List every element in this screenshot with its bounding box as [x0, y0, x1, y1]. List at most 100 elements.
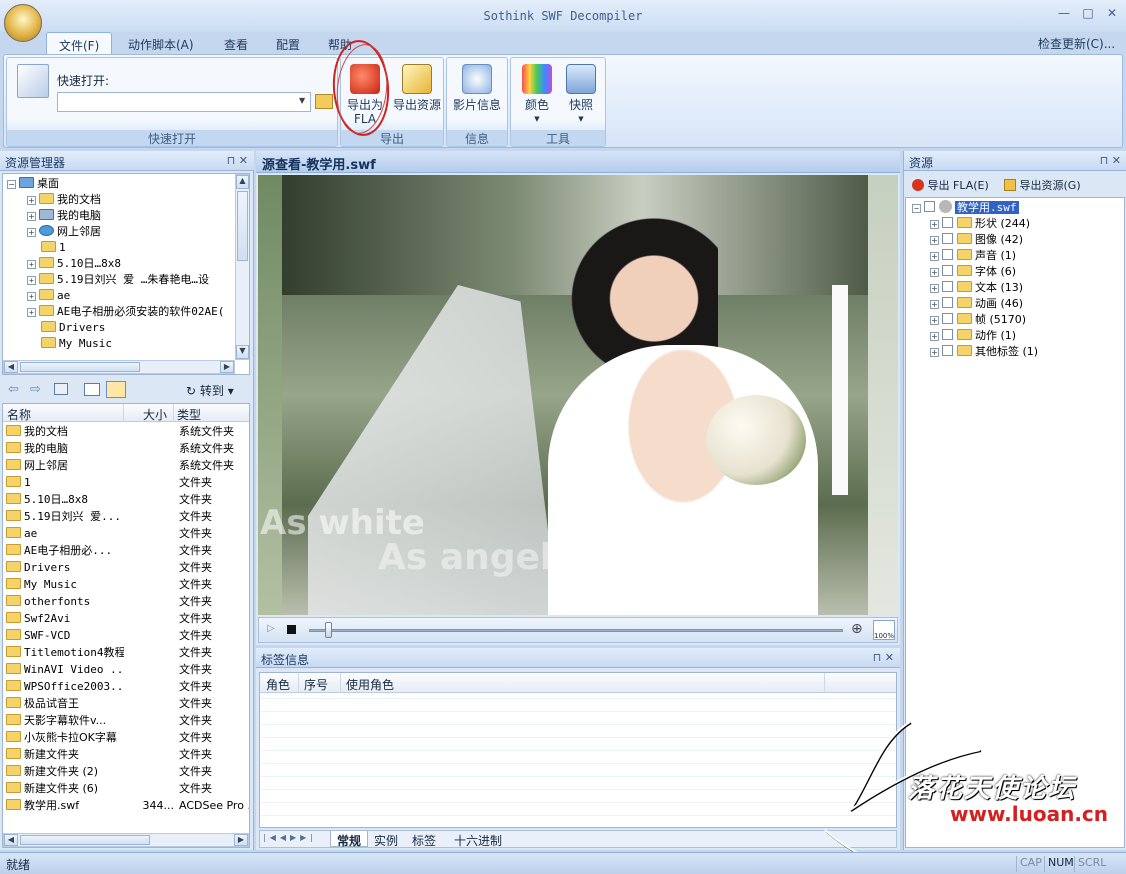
res-export-fla-button[interactable]: 导出 FLA(E): [912, 177, 989, 193]
panel-pin-close-icon[interactable]: ⊓ ✕: [1100, 154, 1121, 167]
tree-item[interactable]: + AE电子相册必须安装的软件02AE(: [27, 304, 224, 320]
file-row[interactable]: SWF-VCD 文件夹: [3, 627, 249, 644]
expand-icon[interactable]: +: [930, 268, 939, 277]
tab-view[interactable]: 查看: [212, 32, 260, 54]
open-folder-icon[interactable]: [315, 94, 333, 109]
timeline-track[interactable]: [309, 629, 843, 632]
column-index[interactable]: 序号: [304, 676, 328, 693]
export-resources-button[interactable]: 导出资源: [391, 60, 443, 130]
resource-item[interactable]: + 图像 (42): [930, 232, 1023, 248]
checkbox[interactable]: [942, 313, 953, 324]
scroll-right-icon[interactable]: ▶: [220, 361, 234, 373]
resource-item[interactable]: + 字体 (6): [930, 264, 1016, 280]
snapshot-button[interactable]: 快照 ▼: [559, 60, 603, 130]
chevron-down-icon[interactable]: ▼: [299, 96, 305, 105]
expand-icon[interactable]: +: [930, 316, 939, 325]
column-size[interactable]: 大小: [143, 406, 167, 423]
collapse-icon[interactable]: −: [912, 204, 921, 213]
tree-item[interactable]: + 我的电脑: [27, 208, 101, 224]
expand-icon[interactable]: +: [27, 292, 36, 301]
expand-icon[interactable]: +: [930, 348, 939, 357]
tab-nav-arrows-icon[interactable]: |◀◀▶▶|: [263, 833, 317, 842]
file-row[interactable]: Titlemotion4教程 文件夹: [3, 644, 249, 661]
checkbox[interactable]: [924, 201, 935, 212]
scroll-thumb[interactable]: [237, 191, 248, 261]
movie-info-button[interactable]: 影片信息: [449, 60, 505, 130]
tab-actionscript[interactable]: 动作脚本(A): [116, 32, 206, 54]
tab-file[interactable]: 文件(F): [46, 32, 113, 54]
file-row[interactable]: 我的文档 系统文件夹: [3, 423, 249, 440]
expand-icon[interactable]: +: [27, 228, 36, 237]
file-row[interactable]: 我的电脑 系统文件夹: [3, 440, 249, 457]
panel-pin-close-icon[interactable]: ⊓ ✕: [873, 651, 894, 664]
file-row[interactable]: otherfonts 文件夹: [3, 593, 249, 610]
zoom-icon[interactable]: ⊕: [851, 621, 863, 637]
resource-item[interactable]: + 帧 (5170): [930, 312, 1026, 328]
tree-item[interactable]: My Music: [41, 336, 112, 352]
list-view-icon[interactable]: [84, 383, 100, 396]
forward-arrow-icon[interactable]: ⇨: [30, 382, 41, 397]
tree-root[interactable]: − 教学用.swf: [912, 200, 1019, 216]
checkbox[interactable]: [942, 281, 953, 292]
file-row[interactable]: 小灰熊卡拉OK字幕 文件夹: [3, 729, 249, 746]
goto-button[interactable]: ↻ 转到 ▾: [186, 382, 234, 399]
file-row[interactable]: Swf2Avi 文件夹: [3, 610, 249, 627]
scroll-thumb[interactable]: [20, 362, 140, 372]
tab-hex[interactable]: 十六进制: [454, 832, 502, 849]
checkbox[interactable]: [942, 345, 953, 356]
expand-icon[interactable]: +: [27, 276, 36, 285]
play-icon[interactable]: ▷: [267, 623, 275, 634]
checkbox[interactable]: [942, 297, 953, 308]
tree-item[interactable]: Drivers: [41, 320, 105, 336]
tab-instance[interactable]: 实例: [374, 832, 398, 849]
tree-item[interactable]: +5.10日…8x8: [27, 256, 121, 272]
resource-item[interactable]: + 其他标签 (1): [930, 344, 1038, 360]
tree-item[interactable]: − 桌面: [7, 176, 59, 192]
tree-item[interactable]: 1: [41, 240, 66, 256]
checkbox[interactable]: [942, 249, 953, 260]
tree-item[interactable]: + 网上邻居: [27, 224, 101, 240]
file-row[interactable]: WinAVI Video ... 文件夹: [3, 661, 249, 678]
file-row[interactable]: 极品试音王 文件夹: [3, 695, 249, 712]
expand-icon[interactable]: +: [930, 300, 939, 309]
up-folder-icon[interactable]: [54, 383, 68, 395]
file-row[interactable]: WPSOffice2003... 文件夹: [3, 678, 249, 695]
file-row[interactable]: AE电子相册必... 文件夹: [3, 542, 249, 559]
expand-icon[interactable]: +: [27, 212, 36, 221]
scroll-left-icon[interactable]: ◀: [4, 834, 18, 846]
tree-vscrollbar[interactable]: ▲ ▼: [235, 174, 249, 360]
color-button[interactable]: 颜色 ▼: [515, 60, 559, 130]
column-name[interactable]: 名称: [7, 406, 31, 423]
tree-hscrollbar[interactable]: ◀ ▶: [3, 360, 235, 374]
res-export-resources-button[interactable]: 导出资源(G): [1004, 177, 1081, 193]
file-row[interactable]: Drivers 文件夹: [3, 559, 249, 576]
resource-item[interactable]: + 文本 (13): [930, 280, 1023, 296]
file-row[interactable]: 5.10日…8x8 文件夹: [3, 491, 249, 508]
tree-item[interactable]: +5.19日刘兴 爱 …朱春艳电…设: [27, 272, 209, 288]
file-row[interactable]: 1 文件夹: [3, 474, 249, 491]
check-update-link[interactable]: 检查更新(C)...: [1038, 35, 1115, 52]
column-role[interactable]: 角色: [266, 676, 290, 693]
expand-icon[interactable]: +: [27, 260, 36, 269]
close-button[interactable]: ✕: [1102, 6, 1122, 24]
column-used-role[interactable]: 使用角色: [346, 676, 394, 693]
expand-icon[interactable]: +: [930, 252, 939, 261]
tree-item[interactable]: + ae: [27, 288, 70, 304]
expand-icon[interactable]: +: [930, 220, 939, 229]
checkbox[interactable]: [942, 233, 953, 244]
back-arrow-icon[interactable]: ⇦: [8, 382, 19, 397]
scroll-thumb[interactable]: [20, 835, 150, 845]
expand-icon[interactable]: +: [930, 284, 939, 293]
resource-item[interactable]: + 形状 (244): [930, 216, 1030, 232]
tab-tags[interactable]: 标签: [412, 832, 436, 849]
expand-icon[interactable]: +: [27, 308, 36, 317]
scroll-down-icon[interactable]: ▼: [236, 345, 249, 359]
file-row[interactable]: 5.19日刘兴 爱... 文件夹: [3, 508, 249, 525]
resource-item[interactable]: + 动画 (46): [930, 296, 1023, 312]
tree-item[interactable]: + 我的文档: [27, 192, 101, 208]
tab-config[interactable]: 配置: [264, 32, 312, 54]
scroll-left-icon[interactable]: ◀: [4, 361, 18, 373]
quick-open-input[interactable]: [57, 92, 311, 112]
panel-pin-close-icon[interactable]: ⊓ ✕: [227, 154, 248, 167]
file-row[interactable]: 新建文件夹 文件夹: [3, 746, 249, 763]
